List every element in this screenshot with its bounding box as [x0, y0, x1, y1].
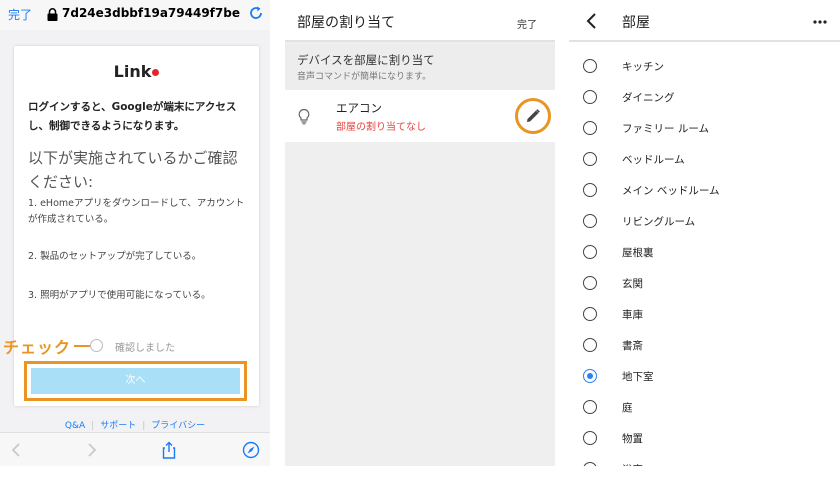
room-radio[interactable]	[583, 214, 597, 228]
address-bar: 完了 7d24e3dbbf19a79449f7beaf9	[0, 0, 270, 30]
room-option-label: 屋根裏	[622, 247, 654, 259]
room-option-label: ベッドルーム	[622, 154, 685, 166]
room-option-row[interactable]: ベッドルーム	[569, 144, 840, 175]
support-link[interactable]: サポート	[100, 421, 136, 431]
page-title: 部屋	[622, 15, 650, 31]
room-radio[interactable]	[583, 400, 597, 414]
browser-panel: 完了 7d24e3dbbf19a79449f7beaf9 Link ログインする…	[0, 0, 270, 466]
room-option-row[interactable]: ファミリー ルーム	[569, 113, 840, 144]
room-option-label: ファミリー ルーム	[622, 123, 710, 135]
room-option-row[interactable]: メイン ベッドルーム	[569, 175, 840, 206]
room-list-panel: 部屋 キッチンダイニングファミリー ルーム ベッドルームメイン ベッドルーム リビン…	[569, 0, 840, 466]
room-option-row[interactable]: 浴室	[569, 454, 840, 466]
back-chevron-icon[interactable]	[585, 12, 597, 30]
share-icon[interactable]	[160, 441, 178, 459]
linko-logo: Link	[14, 62, 259, 81]
footer-links: Q&A | サポート | プライバシー	[0, 418, 270, 431]
annotation-arrow-line	[74, 345, 90, 347]
room-radio[interactable]	[583, 369, 597, 383]
logo-dot	[152, 69, 160, 76]
section-subtitle: 音声コマンドが簡単になります。	[297, 72, 432, 82]
room-radio[interactable]	[583, 431, 597, 445]
room-option-label: 地下室	[622, 371, 654, 383]
room-radio[interactable]	[583, 90, 597, 104]
room-option-row[interactable]: 屋根裏	[569, 237, 840, 268]
check-annotation: チェック	[3, 338, 72, 357]
next-button-highlight: 次へ	[24, 361, 247, 401]
room-option-label: ダイニング	[622, 92, 675, 104]
intro-text: ログインすると、Googleが端末にアクセスし、制御できるようになります。	[28, 101, 237, 132]
room-assignment-header: 部屋の割り当て 完了	[285, 0, 555, 42]
section-title: デバイスを部屋に割り当て	[297, 53, 435, 67]
done-button[interactable]: 完了	[517, 16, 537, 31]
room-option-label: 庭	[622, 402, 633, 414]
room-option-row[interactable]: リビングルーム	[569, 206, 840, 237]
link-divider: |	[91, 421, 95, 431]
link-divider: |	[142, 421, 146, 431]
room-option-row[interactable]: 地下室	[569, 361, 840, 392]
url-text[interactable]: 7d24e3dbbf19a79449f7beaf9	[62, 6, 240, 20]
confirm-checkbox-label[interactable]: 確認しました	[115, 339, 175, 354]
device-row[interactable]: エアコン 部屋の割り当てなし	[285, 90, 555, 142]
room-option-label: 浴室	[622, 462, 643, 466]
room-option-label: リビングルーム	[622, 216, 696, 228]
confirm-heading: 以下が実施されているかご確認ください:	[28, 149, 238, 191]
compass-icon[interactable]	[242, 441, 260, 459]
room-radio[interactable]	[583, 152, 597, 166]
room-option-label: キッチン	[622, 61, 664, 73]
room-list: キッチンダイニングファミリー ルーム ベッドルームメイン ベッドルーム リビングルー…	[569, 51, 840, 466]
next-button[interactable]: 次へ	[31, 368, 240, 394]
reload-icon[interactable]	[248, 5, 264, 21]
assign-section-header: デバイスを部屋に割り当て 音声コマンドが簡単になります。	[285, 44, 555, 90]
room-radio[interactable]	[583, 121, 597, 135]
forward-icon[interactable]	[82, 441, 100, 459]
room-list-header: 部屋	[569, 0, 840, 42]
room-option-row[interactable]: 車庫	[569, 299, 840, 330]
room-radio[interactable]	[583, 276, 597, 290]
room-radio[interactable]	[583, 59, 597, 73]
room-option-label: メイン ベッドルーム	[622, 185, 720, 197]
room-radio[interactable]	[583, 338, 597, 352]
requirement-item: 2. 製品のセットアップが完了している。	[28, 251, 202, 262]
device-room-status: 部屋の割り当てなし	[336, 122, 426, 133]
room-option-row[interactable]: 物置	[569, 423, 840, 454]
room-radio[interactable]	[583, 183, 597, 197]
browser-toolbar	[0, 432, 270, 466]
qa-link[interactable]: Q&A	[65, 421, 85, 431]
room-option-label: 物置	[622, 433, 643, 445]
room-option-row[interactable]: ダイニング	[569, 82, 840, 113]
page-title: 部屋の割り当て	[297, 15, 395, 31]
done-button[interactable]: 完了	[8, 6, 32, 23]
lightbulb-icon	[298, 108, 310, 125]
more-icon[interactable]	[813, 20, 827, 24]
room-option-row[interactable]: キッチン	[569, 51, 840, 82]
room-option-row[interactable]: 書斎	[569, 330, 840, 361]
room-option-label: 車庫	[622, 309, 643, 321]
requirement-item: 3. 照明がアプリで使用可能になっている。	[28, 290, 211, 301]
logo-text: Link	[113, 62, 152, 81]
device-name: エアコン	[336, 101, 382, 115]
room-option-label: 書斎	[622, 340, 643, 352]
confirm-checkbox-row[interactable]: 確認しました	[90, 338, 250, 354]
room-radio[interactable]	[583, 462, 597, 466]
room-radio[interactable]	[583, 307, 597, 321]
room-option-row[interactable]: 玄関	[569, 268, 840, 299]
room-assignment-panel: 部屋の割り当て 完了 デバイスを部屋に割り当て 音声コマンドが簡単になります。 …	[285, 0, 555, 466]
lock-icon	[47, 8, 58, 21]
requirement-item: 1. eHomeアプリをダウンロードして、アカウントが作成されている。	[28, 198, 245, 225]
pencil-icon	[527, 109, 540, 122]
room-option-row[interactable]: 庭	[569, 392, 840, 423]
back-icon[interactable]	[8, 441, 26, 459]
edit-room-button[interactable]	[515, 98, 551, 134]
room-radio[interactable]	[583, 245, 597, 259]
privacy-link[interactable]: プライバシー	[151, 421, 205, 431]
confirm-checkbox[interactable]	[90, 339, 103, 352]
room-option-label: 玄関	[622, 278, 643, 290]
